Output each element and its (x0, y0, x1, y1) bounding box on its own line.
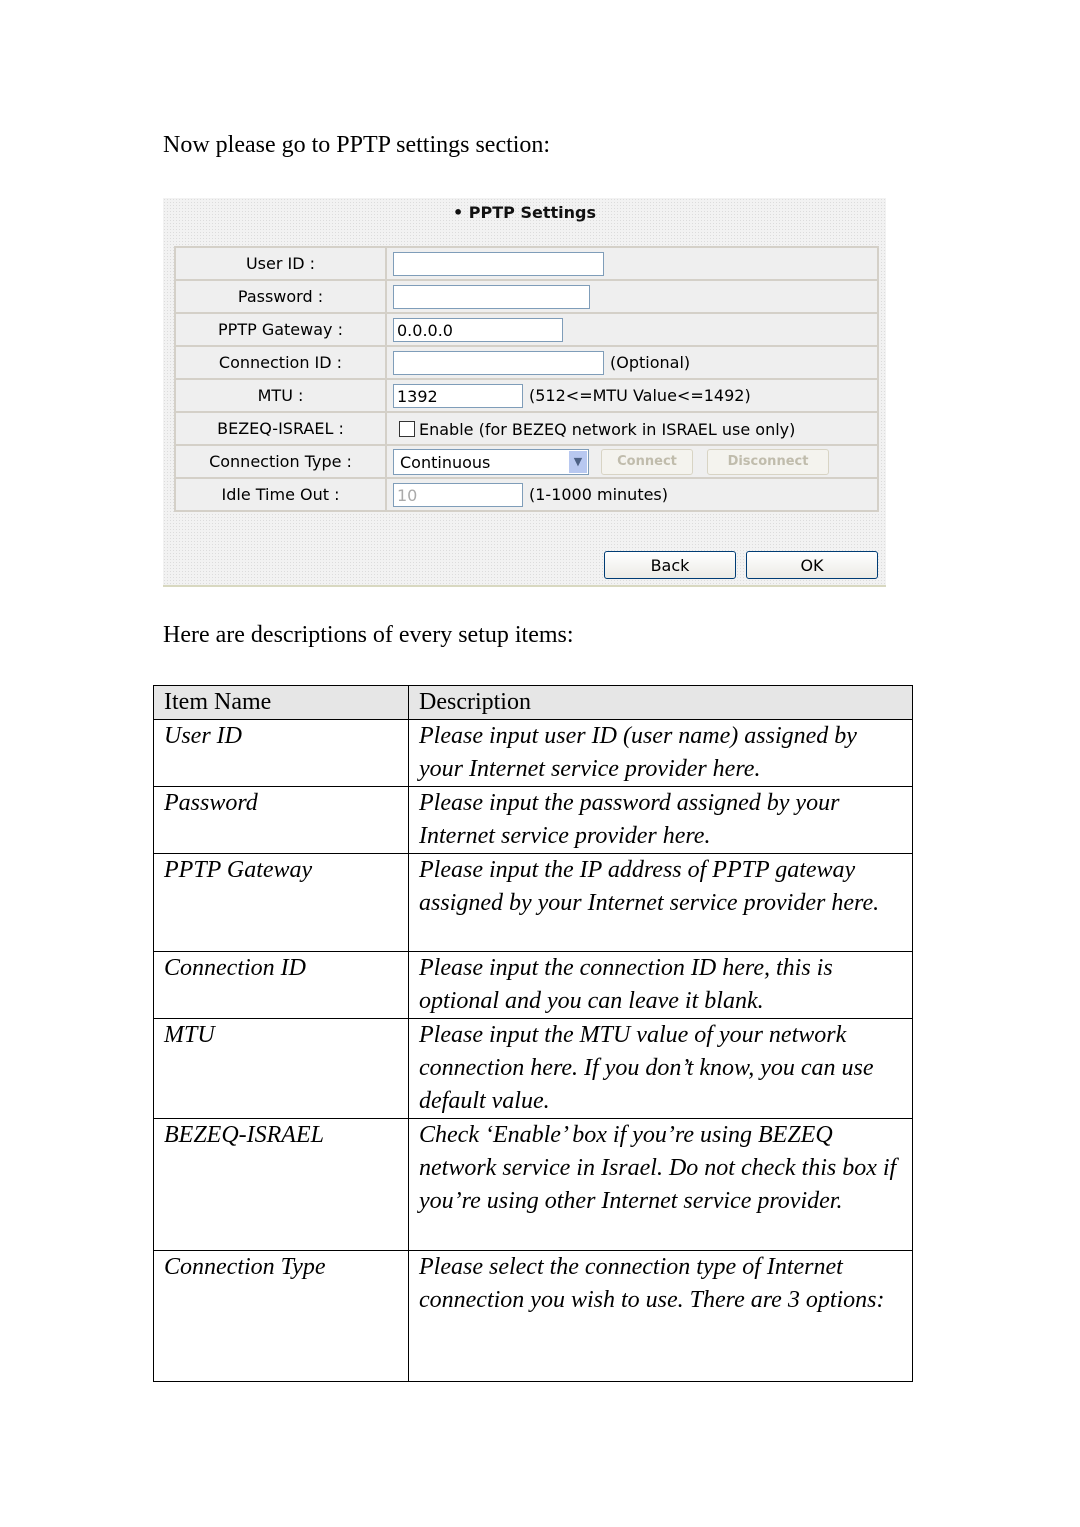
header-row: Item Name Description (153, 685, 913, 720)
pptp-settings-screenshot: • PPTP Settings User ID : Password : PPT… (163, 198, 886, 587)
item-name: Connection ID (153, 951, 409, 1019)
row-bezeq: BEZEQ-ISRAEL : Enable (for BEZEQ network … (174, 411, 879, 446)
item-description: Please input the connection ID here, thi… (408, 951, 913, 1019)
panel-title: • PPTP Settings (163, 203, 886, 222)
chevron-down-icon[interactable]: ▼ (569, 450, 587, 473)
item-name: BEZEQ-ISRAEL (153, 1118, 409, 1251)
item-name: Connection Type (153, 1250, 409, 1382)
password-input[interactable] (393, 284, 590, 309)
label: MTU : (174, 378, 387, 413)
label: Password : (174, 279, 387, 314)
mtu-input[interactable]: 1392 (393, 383, 523, 408)
selected-value: Continuous (400, 452, 491, 472)
row-mtu: MTU :1392 (512<=MTU Value<=1492) (174, 378, 879, 413)
item-name: MTU (153, 1018, 409, 1119)
table-row: MTU Please input the MTU value of your ne… (153, 1018, 913, 1119)
bullet-icon: • (453, 203, 469, 222)
table-row: Connection ID Please input the connection… (153, 951, 913, 1019)
connection-type-select[interactable]: Continuous ▼ (393, 448, 589, 475)
row-connection-id: Connection ID : (Optional) (174, 345, 879, 380)
connection-id-input[interactable] (393, 350, 604, 375)
label: Connection ID : (174, 345, 387, 380)
item-description: Please select the connection type of Int… (408, 1250, 913, 1382)
pptp-gateway-input[interactable]: 0.0.0.0 (393, 317, 563, 342)
user-id-input[interactable] (393, 251, 604, 276)
row-idle-timeout: Idle Time Out :10 (1-1000 minutes) (174, 477, 879, 512)
item-description: Please input the password assigned by yo… (408, 786, 913, 854)
item-name: User ID (153, 719, 409, 787)
checkbox-label: Enable (for BEZEQ network in ISRAEL use … (419, 419, 796, 439)
label: PPTP Gateway : (174, 312, 387, 347)
item-description: Check ‘Enable’ box if you’re using BEZEQ… (408, 1118, 913, 1251)
header-item-name: Item Name (153, 685, 409, 720)
descriptions-intro: Here are descriptions of every setup ite… (163, 622, 574, 648)
table-row: Password Please input the password assign… (153, 786, 913, 854)
idle-hint: (1-1000 minutes) (529, 485, 669, 504)
idle-timeout-input[interactable]: 10 (393, 482, 523, 507)
item-description: Please input the IP address of PPTP gate… (408, 853, 913, 952)
table-row: Connection Type Please select the connect… (153, 1250, 913, 1382)
header-description: Description (408, 685, 913, 720)
table-row: PPTP Gateway Please input the IP address … (153, 853, 913, 952)
table-row: User ID Please input user ID (user name) … (153, 719, 913, 787)
row-pptp-gateway: PPTP Gateway :0.0.0.0 (174, 312, 879, 347)
mtu-hint: (512<=MTU Value<=1492) (529, 386, 751, 405)
label: User ID : (174, 246, 387, 281)
item-name: Password (153, 786, 409, 854)
settings-form: User ID : Password : PPTP Gateway :0.0.0… (174, 246, 879, 512)
disconnect-button[interactable]: Disconnect (707, 448, 829, 475)
document-page: Now please go to PPTP settings section: … (0, 0, 1080, 1527)
label: Connection Type : (174, 444, 387, 479)
intro-text: Now please go to PPTP settings section: (163, 132, 551, 158)
item-description: Please input user ID (user name) assigne… (408, 719, 913, 787)
ok-button[interactable]: OK (746, 551, 878, 579)
back-button[interactable]: Back (604, 551, 736, 579)
item-description: Please input the MTU value of your netwo… (408, 1018, 913, 1119)
connect-button[interactable]: Connect (601, 448, 693, 475)
row-password: Password : (174, 279, 879, 314)
descriptions-table: Item Name Description User ID Please input… (153, 685, 913, 1382)
table-row: BEZEQ-ISRAEL Check ‘Enable’ box if you’re… (153, 1118, 913, 1251)
optional-hint: (Optional) (610, 353, 691, 372)
row-connection-type: Connection Type : Continuous ▼ Connect Disco… (174, 444, 879, 479)
label: Idle Time Out : (174, 477, 387, 512)
panel-title-text: PPTP Settings (468, 203, 596, 222)
row-user-id: User ID : (174, 246, 879, 281)
item-name: PPTP Gateway (153, 853, 409, 952)
label: BEZEQ-ISRAEL : (174, 411, 387, 446)
bezeq-enable-checkbox[interactable] (399, 421, 415, 437)
